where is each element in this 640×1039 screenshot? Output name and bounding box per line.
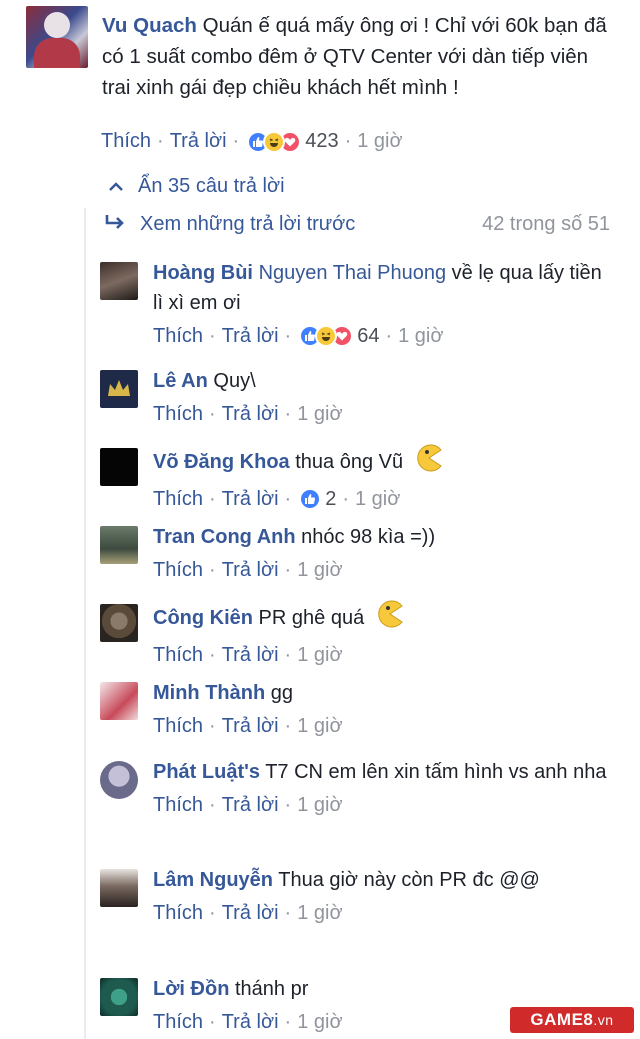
like-link[interactable]: Thích [153,711,203,741]
reply-text: thua ông Vũ [289,450,404,473]
reply-link[interactable]: Trả lời [222,399,279,429]
watermark-brand: GAME8 [530,1010,594,1029]
reaction-count[interactable]: 2 [325,484,336,514]
reply-actions: Thích · Trả lời · 2 · 1 giờ [153,484,613,514]
like-link[interactable]: Thích [153,640,203,670]
reply-author[interactable]: Hoàng Bùi [153,262,253,284]
avatar[interactable] [100,604,138,642]
reply-text: T7 CN em lên xin tấm hình vs anh nha [260,761,607,783]
reply-link[interactable]: Trả lời [222,790,279,820]
timestamp[interactable]: 1 giờ [297,640,342,670]
timestamp[interactable]: 1 giờ [357,130,402,153]
like-link[interactable]: Thích [153,790,203,820]
comment-body: Vu Quach Quán ế quá mấy ông ơi ! Chỉ với… [102,10,622,103]
like-link[interactable]: Thích [153,399,203,429]
reply-counter: 42 trong số 51 [482,213,610,235]
timestamp[interactable]: 1 giờ [355,484,400,514]
reply-author[interactable]: Lời Đồn [153,978,229,1000]
like-link[interactable]: Thích [153,1007,203,1037]
reply-thread-line [84,208,86,1039]
reply-text: thánh pr [229,978,309,1000]
reactions-summary[interactable] [299,325,354,347]
timestamp[interactable]: 1 giờ [297,790,342,820]
avatar[interactable] [100,262,138,300]
reply-actions: Thích · Trả lời · 1 giờ [153,399,613,429]
reply-text: Quy\ [207,370,256,392]
like-link[interactable]: Thích [153,555,203,585]
reply-author[interactable]: Phát Luật's [153,761,260,783]
hide-replies-label: Ẩn 35 câu trả lời [138,175,285,197]
avatar[interactable] [100,526,138,564]
reply-link[interactable]: Trả lời [222,898,279,928]
reaction-count[interactable]: 64 [357,321,379,351]
watermark-tld: .vn [593,1012,614,1028]
reply-actions: Thích · Trả lời · 1 giờ [153,898,613,928]
view-previous-replies[interactable]: Xem những trả lời trước 42 trong số 51 [104,213,610,236]
reply-author[interactable]: Minh Thành [153,682,265,704]
chevron-up-icon [108,175,124,198]
avatar[interactable] [100,869,138,907]
reply-link[interactable]: Trả lời [222,1007,279,1037]
reply-actions: Thích · Trả lời · 64 · 1 giờ [153,321,613,351]
reactions-summary[interactable] [247,130,302,153]
comment-author[interactable]: Vu Quach [102,14,197,37]
timestamp[interactable]: 1 giờ [297,898,342,928]
reply-link[interactable]: Trả lời [222,555,279,585]
reply-actions: Thích · Trả lời · 1 giờ [153,711,613,741]
reply-link[interactable]: Trả lời [222,321,279,351]
like-link[interactable]: Thích [153,898,203,928]
pacman-emoji-icon [376,600,404,637]
like-link[interactable]: Thích [101,130,151,153]
timestamp[interactable]: 1 giờ [398,321,443,351]
reply-author[interactable]: Võ Đăng Khoa [153,451,290,473]
reply-arrow-icon [104,213,126,236]
pacman-emoji-icon [415,444,443,481]
reply-text: Thua giờ này còn PR đc @@ [273,869,540,891]
reply-actions: Thích · Trả lời · 1 giờ [153,555,613,585]
avatar[interactable] [100,448,138,486]
reactions-summary[interactable] [299,488,322,510]
reply-actions: Thích · Trả lời · 1 giờ [153,640,613,670]
reply-link[interactable]: Trả lời [222,484,279,514]
reply-author[interactable]: Lâm Nguyễn [153,869,273,891]
like-link[interactable]: Thích [153,484,203,514]
reply-author[interactable]: Tran Cong Anh [153,526,296,548]
timestamp[interactable]: 1 giờ [297,555,342,585]
avatar[interactable] [100,978,138,1016]
timestamp[interactable]: 1 giờ [297,1007,342,1037]
reaction-count[interactable]: 423 [305,130,338,153]
avatar[interactable] [100,370,138,408]
avatar[interactable] [26,6,88,68]
reply-actions: Thích · Trả lời · 1 giờ [153,790,613,820]
haha-reaction-icon [263,130,286,153]
like-link[interactable]: Thích [153,321,203,351]
reply-author[interactable]: Công Kiên [153,607,253,629]
watermark-logo: GAME8 .vn [510,1007,634,1033]
avatar[interactable] [100,761,138,799]
view-previous-label: Xem những trả lời trước [140,213,356,235]
like-reaction-icon [299,488,322,510]
timestamp[interactable]: 1 giờ [297,711,342,741]
reply-text: nhóc 98 kìa =)) [295,526,436,548]
mention-link[interactable]: Nguyen Thai Phuong [259,262,447,284]
timestamp[interactable]: 1 giờ [297,399,342,429]
avatar[interactable] [100,682,138,720]
reply-text: PR ghê quá [253,606,365,629]
reply-link[interactable]: Trả lời [222,640,279,670]
reply-link[interactable]: Trả lời [170,130,227,153]
hide-replies-link[interactable]: Ẩn 35 câu trả lời [108,175,285,198]
reply-text: gg [265,682,294,704]
comment-actions: Thích · Trả lời · 423 · 1 giờ [101,130,403,153]
reply-link[interactable]: Trả lời [222,711,279,741]
reply-author[interactable]: Lê An [153,370,208,392]
